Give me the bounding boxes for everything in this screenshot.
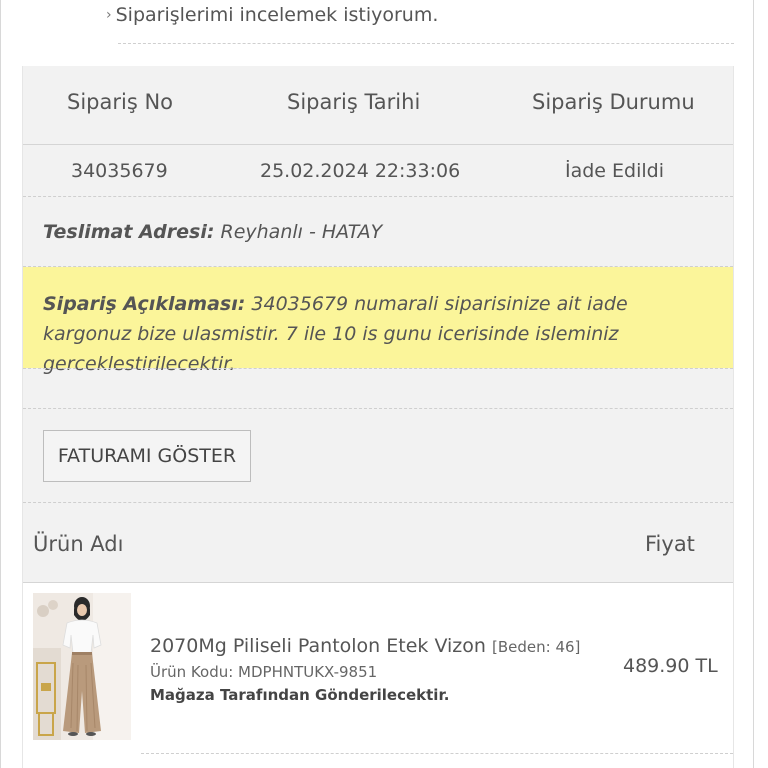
product-shipping-info: Mağaza Tarafından Gönderilecektir. [150, 686, 450, 704]
header-order-status: Sipariş Durumu [532, 90, 695, 114]
header-order-no: Sipariş No [67, 90, 174, 114]
order-note-text: Sipariş Açıklaması: 34035679 numarali si… [43, 289, 713, 379]
product-row: 2070Mg Piliseli Pantolon Etek Vizon [Bed… [23, 583, 733, 768]
order-note: Sipariş Açıklaması: 34035679 numarali si… [23, 267, 733, 375]
delivery-address-label: Teslimat Adresi: [43, 221, 215, 243]
divider [141, 753, 733, 754]
order-detail-panel: Sipariş No Sipariş Tarihi Sipariş Durumu… [22, 66, 734, 768]
product-price: 489.90 TL [623, 655, 718, 677]
faq-question-link[interactable]: › Siparişlerimi incelemek istiyorum. [106, 4, 438, 26]
order-note-label: Sipariş Açıklaması: [43, 293, 246, 315]
product-image[interactable] [33, 593, 131, 740]
product-size: [Beden: 46] [492, 638, 581, 656]
product-title[interactable]: 2070Mg Piliseli Pantolon Etek Vizon [Bed… [150, 635, 580, 657]
divider [23, 502, 733, 503]
header-product-name: Ürün Adı [33, 532, 124, 556]
show-invoice-button[interactable]: FATURAMI GÖSTER [43, 430, 251, 482]
product-name: 2070Mg Piliseli Pantolon Etek Vizon [150, 635, 486, 657]
header-product-price: Fiyat [645, 532, 695, 556]
divider [118, 43, 734, 44]
divider [23, 368, 733, 369]
frame-border-right [753, 0, 754, 768]
order-table-header: Sipariş No Sipariş Tarihi Sipariş Durumu [23, 66, 733, 144]
delivery-address: Teslimat Adresi: Reyhanlı - HATAY [43, 221, 382, 243]
divider [23, 144, 733, 145]
order-status-value: İade Edildi [565, 160, 664, 182]
divider [23, 196, 733, 197]
delivery-address-value: Reyhanlı - HATAY [220, 221, 383, 243]
order-date-value: 25.02.2024 22:33:06 [260, 160, 461, 182]
header-order-date: Sipariş Tarihi [287, 90, 421, 114]
chevron-right-icon: › [106, 7, 112, 23]
frame-border-left [0, 0, 1, 768]
product-code: Ürün Kodu: MDPHNTUKX-9851 [150, 663, 378, 681]
faq-question-text: Siparişlerimi incelemek istiyorum. [115, 4, 439, 26]
divider [23, 408, 733, 409]
order-no-value: 34035679 [71, 160, 168, 182]
